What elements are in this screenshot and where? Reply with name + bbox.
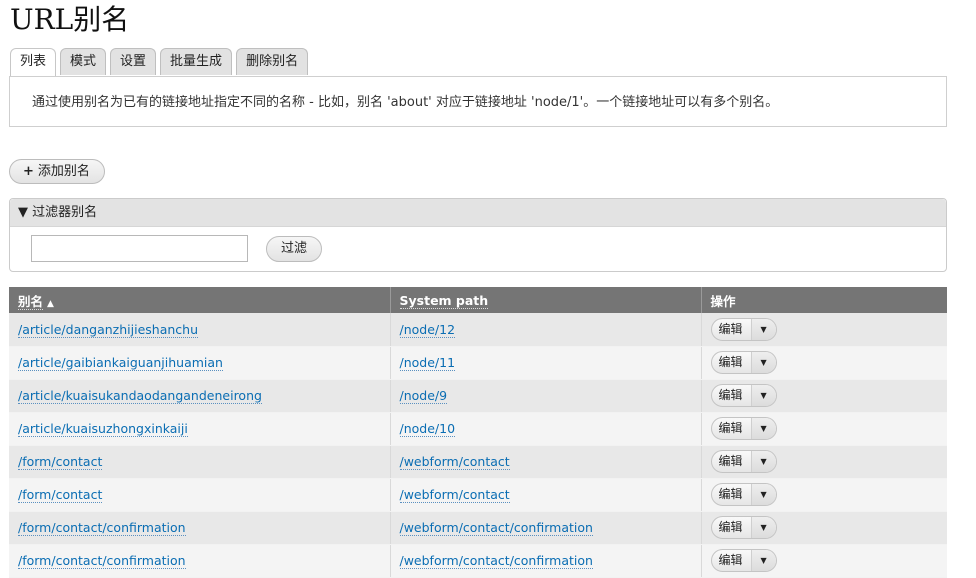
alias-link[interactable]: /article/kuaisuzhongxinkaiji [18,421,188,437]
alias-link[interactable]: /form/contact [18,487,103,503]
dropdown-toggle-icon[interactable]: ▼ [751,484,776,505]
tab-list[interactable]: 列表 [10,48,57,77]
operations-dropbutton: 编辑 ▼ [710,516,777,539]
column-header-operations: 操作 [701,287,947,313]
dropdown-toggle-icon[interactable]: ▼ [751,318,776,340]
alias-link[interactable]: /article/kuaisukandaodangandeneirong [18,388,262,404]
edit-button[interactable]: 编辑 [712,385,752,406]
table-row: /article/danganzhijieshanchu/node/12 编辑 ▼ [9,313,947,347]
table-row: /article/kuaisuzhongxinkaiji/node/10 编辑 ▼ [9,412,947,446]
operations-cell: 编辑 ▼ [701,346,947,380]
operations-dropbutton: 编辑 ▼ [710,549,777,572]
table-header-row: 别名 ▲ System path 操作 [9,287,947,313]
edit-button[interactable]: 编辑 [712,550,752,571]
dropdown-toggle-icon[interactable]: ▼ [751,352,776,373]
dropdown-toggle-icon[interactable]: ▼ [751,418,776,439]
operations-cell: 编辑 ▼ [701,412,947,446]
system-path-cell: /node/9 [390,379,702,413]
table-row: /article/gaibiankaiguanjihuamian/node/11… [9,346,947,380]
table-row: /form/contact/webform/contact 编辑 ▼ [9,445,947,479]
dropdown-toggle-icon[interactable]: ▼ [751,451,776,472]
system-path-link[interactable]: /webform/contact/confirmation [399,553,593,569]
add-alias-label: 添加别名 [37,164,90,179]
system-path-link[interactable]: /webform/contact/confirmation [399,520,593,536]
edit-button[interactable]: 编辑 [712,418,752,439]
operations-cell: 编辑 ▼ [701,313,947,347]
system-path-link[interactable]: /node/9 [399,388,448,404]
system-path-cell: /webform/contact [390,478,702,512]
system-path-cell: /node/11 [390,346,702,380]
system-path-cell: /webform/contact/confirmation [390,511,702,545]
operations-cell: 编辑 ▼ [701,511,947,545]
tab-settings[interactable]: 设置 [110,48,157,75]
add-alias-button[interactable]: + 添加别名 [9,159,105,184]
tab-delete-aliases[interactable]: 删除别名 [236,48,309,75]
dropdown-toggle-icon[interactable]: ▼ [751,385,776,406]
alias-cell: /form/contact [9,445,391,479]
help-text: 通过使用别名为已有的链接地址指定不同的名称 - 比如，别名 'about' 对应… [32,95,779,110]
edit-button[interactable]: 编辑 [712,484,752,505]
edit-button[interactable]: 编辑 [712,318,752,340]
operations-dropbutton: 编辑 ▼ [710,450,777,473]
sort-ascending-icon: ▲ [47,298,54,309]
table-row: /form/contact/webform/contact 编辑 ▼ [9,478,947,512]
alias-link[interactable]: /article/danganzhijieshanchu [18,321,198,338]
filter-alias-input[interactable] [31,235,248,262]
column-header-system-path[interactable]: System path [390,287,702,313]
alias-cell: /article/danganzhijieshanchu [9,313,391,347]
triangle-down-icon: ▼ [18,205,28,220]
system-path-link[interactable]: /node/11 [399,355,456,371]
alias-cell: /form/contact [9,478,391,512]
alias-link[interactable]: /form/contact [18,454,103,470]
dropdown-toggle-icon[interactable]: ▼ [751,517,776,538]
filter-toggle[interactable]: ▼ 过滤器别名 [10,199,946,227]
system-path-cell: /webform/contact/confirmation [390,544,702,578]
operations-cell: 编辑 ▼ [701,544,947,578]
tab-bar: 列表 模式 设置 批量生成 删除别名 [10,48,309,77]
filter-header-label: 过滤器别名 [32,205,98,220]
operations-cell: 编辑 ▼ [701,445,947,479]
alias-sort-link[interactable]: 别名 [18,293,44,310]
operations-cell: 编辑 ▼ [701,379,947,413]
plus-icon: + [23,164,34,179]
help-box: 通过使用别名为已有的链接地址指定不同的名称 - 比如，别名 'about' 对应… [9,76,947,127]
operations-cell: 编辑 ▼ [701,478,947,512]
system-path-sort-link[interactable]: System path [399,292,489,309]
dropdown-toggle-icon[interactable]: ▼ [751,550,776,571]
operations-dropbutton: 编辑 ▼ [710,384,777,407]
system-path-link[interactable]: /node/12 [399,321,456,338]
tab-patterns[interactable]: 模式 [60,48,107,75]
system-path-link[interactable]: /node/10 [399,421,456,437]
page-title: URL别名 [10,3,130,36]
system-path-link[interactable]: /webform/contact [399,454,510,470]
alias-cell: /article/kuaisukandaodangandeneirong [9,379,391,413]
filter-submit-button[interactable]: 过滤 [266,236,322,262]
edit-button[interactable]: 编辑 [712,451,752,472]
alias-cell: /form/contact/confirmation [9,544,391,578]
alias-table: 别名 ▲ System path 操作 /article/danganzhijie… [9,287,947,578]
edit-button[interactable]: 编辑 [712,517,752,538]
edit-button[interactable]: 编辑 [712,352,752,373]
alias-cell: /form/contact/confirmation [9,511,391,545]
table-row: /article/kuaisukandaodangandeneirong/nod… [9,379,947,413]
table-row: /form/contact/confirmation/webform/conta… [9,544,947,578]
column-header-alias[interactable]: 别名 ▲ [9,287,391,313]
system-path-cell: /node/10 [390,412,702,446]
alias-link[interactable]: /article/gaibiankaiguanjihuamian [18,355,223,371]
operations-dropbutton: 编辑 ▼ [710,351,777,374]
system-path-cell: /webform/contact [390,445,702,479]
alias-cell: /article/kuaisuzhongxinkaiji [9,412,391,446]
system-path-link[interactable]: /webform/contact [399,487,510,503]
operations-dropbutton: 编辑 ▼ [710,483,777,506]
alias-link[interactable]: /form/contact/confirmation [18,520,186,536]
system-path-cell: /node/12 [390,313,702,347]
alias-cell: /article/gaibiankaiguanjihuamian [9,346,391,380]
operations-dropbutton: 编辑 ▼ [710,317,777,341]
operations-dropbutton: 编辑 ▼ [710,417,777,440]
tab-bulk-generate[interactable]: 批量生成 [160,48,233,75]
table-row: /form/contact/confirmation/webform/conta… [9,511,947,545]
alias-link[interactable]: /form/contact/confirmation [18,553,186,569]
filter-fieldset: ▼ 过滤器别名 过滤 [9,198,947,272]
